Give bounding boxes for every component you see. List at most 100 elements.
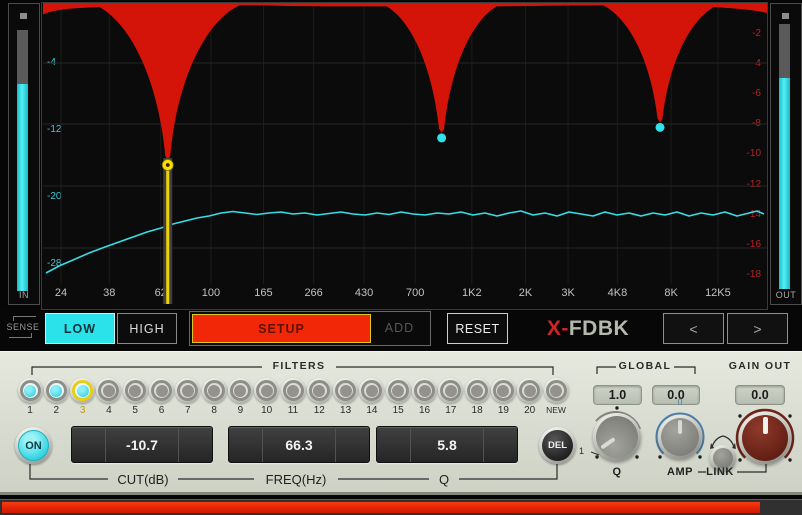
freq-tick-label: 266	[294, 287, 334, 299]
q-value-box[interactable]: 5.8	[376, 426, 518, 463]
freq-tick-label: 38	[89, 287, 129, 299]
input-meter: IN	[8, 3, 40, 305]
output-meter-headroom	[779, 24, 790, 78]
freq-tick-label: 3K	[548, 287, 588, 299]
gain-out-knob[interactable]	[739, 412, 791, 464]
output-meter: OUT	[770, 3, 802, 305]
filter-button-1[interactable]	[18, 378, 43, 403]
freq-tick-label: 12K5	[698, 287, 738, 299]
input-meter-headroom	[17, 30, 28, 84]
filter-button-2[interactable]	[44, 378, 69, 403]
filter-button-10[interactable]	[254, 378, 279, 403]
selected-filter-band	[163, 158, 172, 304]
q-value[interactable]: 5.8	[411, 427, 483, 462]
x-fdbk-plugin-window: IN -4-12-20-28 -2-4-6-8-10-12-14-16-18 2…	[0, 0, 802, 515]
filters-section-title: FILTERS	[264, 360, 334, 372]
gain-out-knob-face	[742, 415, 788, 461]
global-q-knob-pointer	[600, 437, 615, 449]
output-meter-label: OUT	[771, 290, 801, 300]
filter-delete-label: DEL	[542, 430, 573, 461]
cut-value-box[interactable]: -10.7	[71, 426, 213, 463]
filter-button-5[interactable]	[123, 378, 148, 403]
freq-tick-label: 165	[243, 287, 283, 299]
input-meter-level	[17, 84, 28, 291]
filter-button-4[interactable]	[96, 378, 121, 403]
logo-x: X-	[547, 317, 569, 341]
right-axis-label: -4	[729, 58, 761, 69]
freq-tick-label: 24	[41, 287, 81, 299]
sense-label: SENSE	[4, 322, 42, 332]
global-amp-zero-label: 0	[672, 397, 688, 407]
filter-button-12[interactable]	[307, 378, 332, 403]
output-meter-peak-tick	[782, 13, 789, 19]
sense-low-button[interactable]: LOW	[45, 313, 115, 344]
reset-button[interactable]: RESET	[447, 313, 508, 344]
filter-button-13[interactable]	[333, 378, 358, 403]
global-amp-knob-face	[661, 418, 699, 456]
setup-progress-bar	[0, 499, 802, 515]
q-increment[interactable]	[483, 427, 517, 462]
setup-group: SETUP ADD	[189, 311, 431, 346]
right-axis-label: -12	[729, 179, 761, 190]
setup-button[interactable]: SETUP	[192, 314, 371, 343]
filter-button-8[interactable]	[202, 378, 227, 403]
filter-on-label: ON	[18, 430, 49, 461]
filter-button-15[interactable]	[386, 378, 411, 403]
filter-handle[interactable]	[656, 123, 665, 132]
q-decrement[interactable]	[377, 427, 411, 462]
freq-tick-label: 430	[344, 287, 384, 299]
cut-increment[interactable]	[178, 427, 212, 462]
gain-out-value-box[interactable]: 0.0	[735, 385, 785, 405]
cut-value[interactable]: -10.7	[106, 427, 178, 462]
filter-handle[interactable]	[437, 133, 446, 142]
gain-out-title: GAIN OUT	[723, 360, 797, 372]
link-label: LINK	[702, 466, 738, 478]
global-amp-knob-label: AMP	[662, 466, 698, 478]
next-filter-button[interactable]: >	[727, 313, 788, 344]
selected-filter-handle[interactable]	[162, 160, 173, 171]
filter-delete-button[interactable]: DEL	[539, 427, 576, 464]
filter-button-6[interactable]	[149, 378, 174, 403]
global-q-value-box[interactable]: 1.0	[593, 385, 642, 405]
freq-increment[interactable]	[335, 427, 369, 462]
filter-button-19[interactable]	[491, 378, 516, 403]
global-section-title: GLOBAL	[612, 360, 678, 372]
filter-number-new: NEW	[541, 405, 571, 415]
global-q-knob-label: Q	[599, 466, 635, 478]
filter-button-16[interactable]	[412, 378, 437, 403]
selected-filter-line[interactable]	[166, 165, 169, 304]
panel-bottom-strip	[0, 492, 802, 495]
prev-filter-button[interactable]: <	[663, 313, 724, 344]
analyzer-graph[interactable]: -4-12-20-28 -2-4-6-8-10-12-14-16-18 2438…	[41, 2, 768, 310]
input-meter-peak-tick	[20, 13, 27, 19]
freq-tick-label: 4K8	[597, 287, 637, 299]
filter-button-9[interactable]	[228, 378, 253, 403]
freq-value[interactable]: 66.3	[263, 427, 335, 462]
right-axis-label: -8	[729, 118, 761, 129]
filter-on-button[interactable]: ON	[15, 427, 52, 464]
filter-button-18[interactable]	[465, 378, 490, 403]
filter-button-20[interactable]	[517, 378, 542, 403]
filter-button-17[interactable]	[438, 378, 463, 403]
sense-high-button[interactable]: HIGH	[117, 313, 177, 344]
link-button-face	[713, 448, 733, 468]
right-axis-label: -10	[729, 148, 761, 159]
global-q-knob[interactable]	[593, 413, 641, 461]
right-axis-label: -2	[729, 28, 761, 39]
filter-button-14[interactable]	[359, 378, 384, 403]
global-q-min-label: 1	[579, 446, 591, 456]
freq-tick-label: 700	[395, 287, 435, 299]
global-amp-knob[interactable]	[658, 415, 702, 459]
add-button[interactable]: ADD	[372, 314, 427, 341]
freq-value-box[interactable]: 66.3	[228, 426, 370, 463]
freq-decrement[interactable]	[229, 427, 263, 462]
filter-button-new[interactable]	[544, 378, 569, 403]
control-panel: FILTERS 1234567891011121314151617181920N…	[0, 351, 802, 493]
filter-button-3[interactable]	[70, 378, 95, 403]
cut-decrement[interactable]	[72, 427, 106, 462]
filter-button-11[interactable]	[281, 378, 306, 403]
toolbar: SENSE LOW HIGH SETUP ADD RESET X-FDBK < …	[0, 310, 802, 351]
right-axis-label: -16	[729, 239, 761, 250]
global-q-knob-face	[588, 408, 646, 466]
filter-button-7[interactable]	[175, 378, 200, 403]
